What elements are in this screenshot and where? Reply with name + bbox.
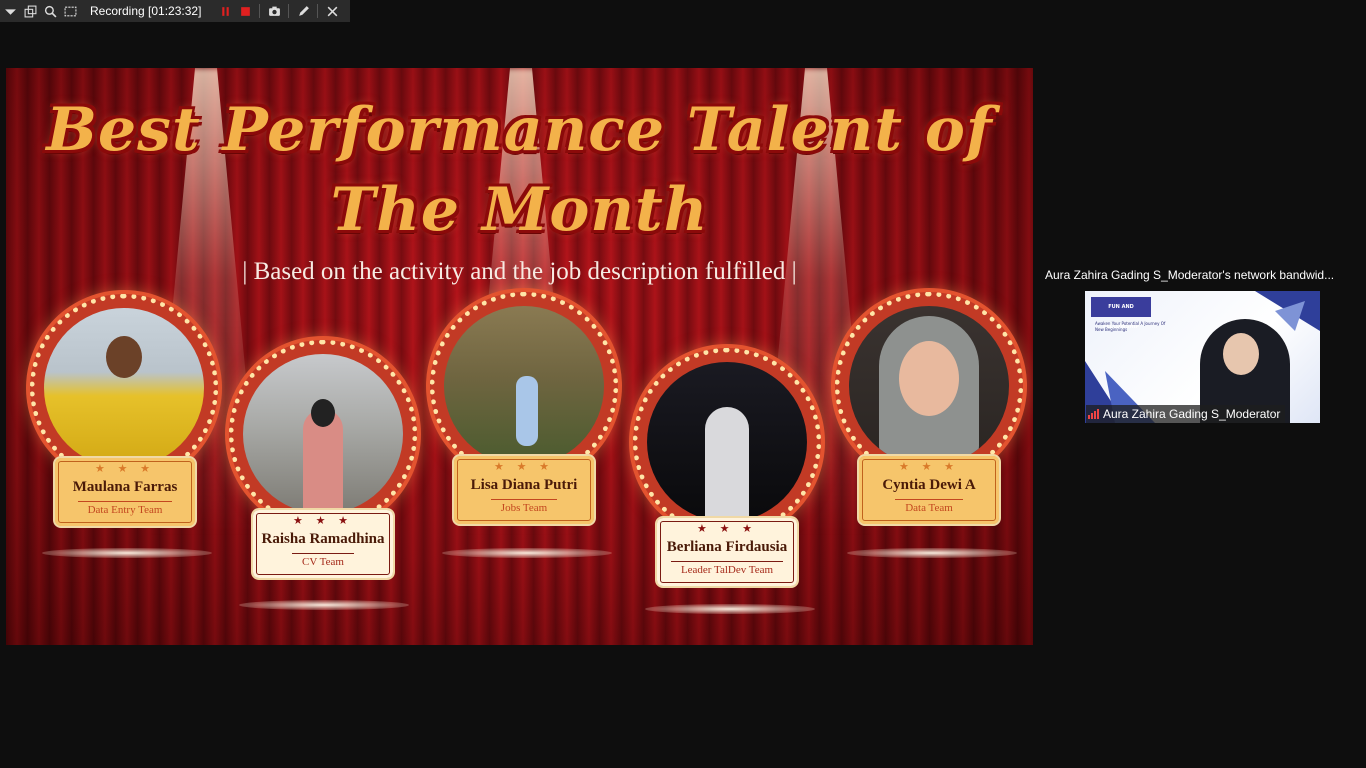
magnify-icon[interactable] — [40, 0, 60, 22]
stars: ★ ★ ★ — [898, 461, 960, 473]
stop-icon[interactable] — [235, 0, 255, 22]
slide-title: Best Performance Talent of The Month — [6, 90, 1033, 250]
pen-icon[interactable] — [293, 0, 313, 22]
member-photo — [444, 306, 604, 466]
stage-light — [847, 548, 1017, 558]
photo-frame — [430, 292, 618, 480]
member-team: Jobs Team — [490, 499, 558, 514]
stage-light — [645, 604, 815, 614]
select-area-icon[interactable] — [60, 0, 80, 22]
photo-frame — [229, 340, 417, 528]
name-plate: ★ ★ ★ Berliana Firdausia Leader TalDev T… — [655, 516, 799, 588]
member-photo — [44, 308, 204, 468]
toolbar-divider — [317, 4, 319, 18]
title-line-1: Best Performance Talent of — [46, 95, 993, 165]
stars: ★ ★ ★ — [696, 523, 758, 535]
member-photo — [243, 354, 403, 514]
title-line-2: The Month — [330, 175, 709, 245]
stage-light — [42, 548, 212, 558]
signal-strength-icon — [1088, 409, 1099, 419]
camera-icon[interactable] — [264, 0, 284, 22]
recording-toolbar: Recording [01:23:32] — [0, 0, 350, 22]
member-name: Cyntia Dewi A — [882, 477, 976, 493]
member-team: Leader TalDev Team — [670, 561, 784, 576]
member-name: Lisa Diana Putri — [470, 477, 578, 493]
close-icon[interactable] — [322, 0, 342, 22]
member-name: Maulana Farras — [72, 479, 178, 495]
pause-icon[interactable] — [215, 0, 235, 22]
participant-video-tile[interactable]: FUN AND FELLOWSHIP Awaken Your Potential… — [1085, 291, 1320, 423]
toolbar-divider — [259, 4, 261, 18]
name-plate: ★ ★ ★ Cyntia Dewi A Data Team — [857, 454, 1001, 526]
member-name: Berliana Firdausia — [666, 539, 788, 555]
participant-face — [1223, 333, 1259, 375]
name-plate: ★ ★ ★ Lisa Diana Putri Jobs Team — [452, 454, 596, 526]
shared-slide: Best Performance Talent of The Month | B… — [6, 68, 1033, 645]
stars: ★ ★ ★ — [493, 461, 555, 473]
member-team: Data Team — [895, 499, 963, 514]
stage-light — [442, 548, 612, 558]
recording-label: Recording [01:23:32] — [90, 4, 202, 18]
member-team: Data Entry Team — [77, 501, 173, 516]
member-name: Raisha Ramadhina — [261, 531, 385, 547]
participant-name: Aura Zahira Gading S_Moderator — [1103, 407, 1281, 421]
member-photo — [849, 306, 1009, 466]
photo-frame — [30, 294, 218, 482]
stage-light — [239, 600, 409, 610]
network-bandwidth-notice: Aura Zahira Gading S_Moderator's network… — [1045, 268, 1335, 282]
restore-window-icon[interactable] — [20, 0, 40, 22]
toolbar-divider — [288, 4, 290, 18]
stars: ★ ★ ★ — [94, 463, 156, 475]
slide-subtitle: | Based on the activity and the job desc… — [242, 258, 797, 285]
member-photo — [647, 362, 807, 522]
name-plate: ★ ★ ★ Maulana Farras Data Entry Team — [53, 456, 197, 528]
participant-name-tag: Aura Zahira Gading S_Moderator — [1086, 405, 1286, 423]
stars: ★ ★ ★ — [292, 515, 354, 527]
member-team: CV Team — [292, 553, 354, 568]
name-plate: ★ ★ ★ Raisha Ramadhina CV Team — [251, 508, 395, 580]
chevron-down-icon[interactable] — [0, 0, 20, 22]
photo-frame — [835, 292, 1023, 480]
photo-frame — [633, 348, 821, 536]
